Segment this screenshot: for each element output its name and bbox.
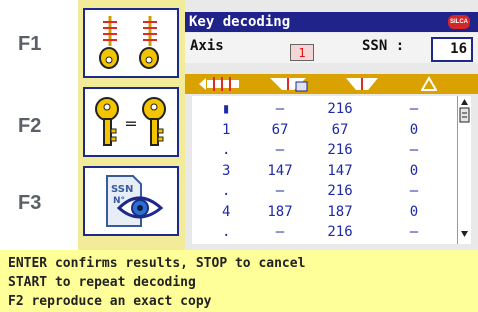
- f1-label: F1: [18, 33, 42, 55]
- key-decode-icon: [99, 16, 159, 69]
- table-cell: 216: [327, 101, 353, 117]
- table-cell: –: [275, 183, 285, 199]
- f1-decode-key-button[interactable]: [83, 8, 179, 78]
- ssn-eye-icon: SSN N°: [106, 175, 164, 227]
- table-cell: .: [222, 142, 231, 158]
- scrollbar[interactable]: [457, 96, 471, 244]
- key-profile-icon: [270, 78, 308, 92]
- table-cell: 1: [222, 121, 231, 138]
- key-profile-icon: [346, 78, 378, 90]
- axis-label: Axis: [190, 38, 224, 54]
- table-cell: –: [275, 101, 285, 117]
- table-cell: .: [222, 224, 231, 240]
- table-cell: 216: [327, 183, 353, 199]
- cut-depth-icon: [199, 77, 239, 91]
- message-line-1: ENTER confirms results, STOP to cancel: [8, 256, 306, 271]
- svg-text:=: =: [124, 114, 137, 133]
- svg-text:SSN: SSN: [111, 184, 133, 195]
- key-equals-key-icon: =: [95, 97, 166, 146]
- f2-copy-key-button[interactable]: =: [83, 87, 179, 157]
- table-cell: 0: [409, 162, 419, 179]
- table-cell: 0: [409, 121, 419, 138]
- brand-logo-icon: SILCA: [448, 15, 470, 29]
- table-cell: 4: [222, 203, 231, 220]
- f3-view-ssn-button[interactable]: SSN N°: [83, 166, 179, 236]
- f3-label: F3: [18, 192, 42, 214]
- table-cell: 67: [331, 121, 349, 138]
- table-cell: 216: [327, 224, 353, 240]
- table-cell: –: [409, 183, 419, 199]
- table-cell: –: [409, 142, 419, 158]
- table-cell: –: [409, 224, 419, 240]
- f2-label: F2: [18, 115, 42, 137]
- ssn-label: SSN :: [362, 38, 405, 54]
- table-cell: 187: [327, 203, 353, 220]
- table-cell: –: [275, 224, 285, 240]
- page-title: Key decoding: [189, 14, 291, 30]
- table-cell: 147: [267, 162, 293, 179]
- table-cell: –: [275, 142, 285, 158]
- table-cell: 147: [327, 162, 353, 179]
- message-line-2: START to repeat decoding: [8, 275, 196, 290]
- axis-value-field[interactable]: 1: [290, 44, 314, 61]
- table-cell: 0: [409, 203, 419, 220]
- scroll-up-icon[interactable]: [460, 98, 469, 106]
- table-cell: 67: [271, 121, 289, 138]
- scroll-down-icon[interactable]: [460, 230, 469, 238]
- delta-icon: [421, 76, 437, 91]
- table-cell: –: [409, 101, 419, 117]
- table-cell: 216: [327, 142, 353, 158]
- table-cell: .: [222, 183, 231, 199]
- table-cell: 3: [222, 162, 231, 179]
- ssn-value-field[interactable]: 16: [431, 37, 473, 62]
- title-bar: Key decoding SILCA: [185, 12, 478, 32]
- table-cell: ▮: [222, 101, 231, 117]
- message-line-3: F2 reproduce an exact copy: [8, 294, 212, 309]
- table-cell: 187: [267, 203, 293, 220]
